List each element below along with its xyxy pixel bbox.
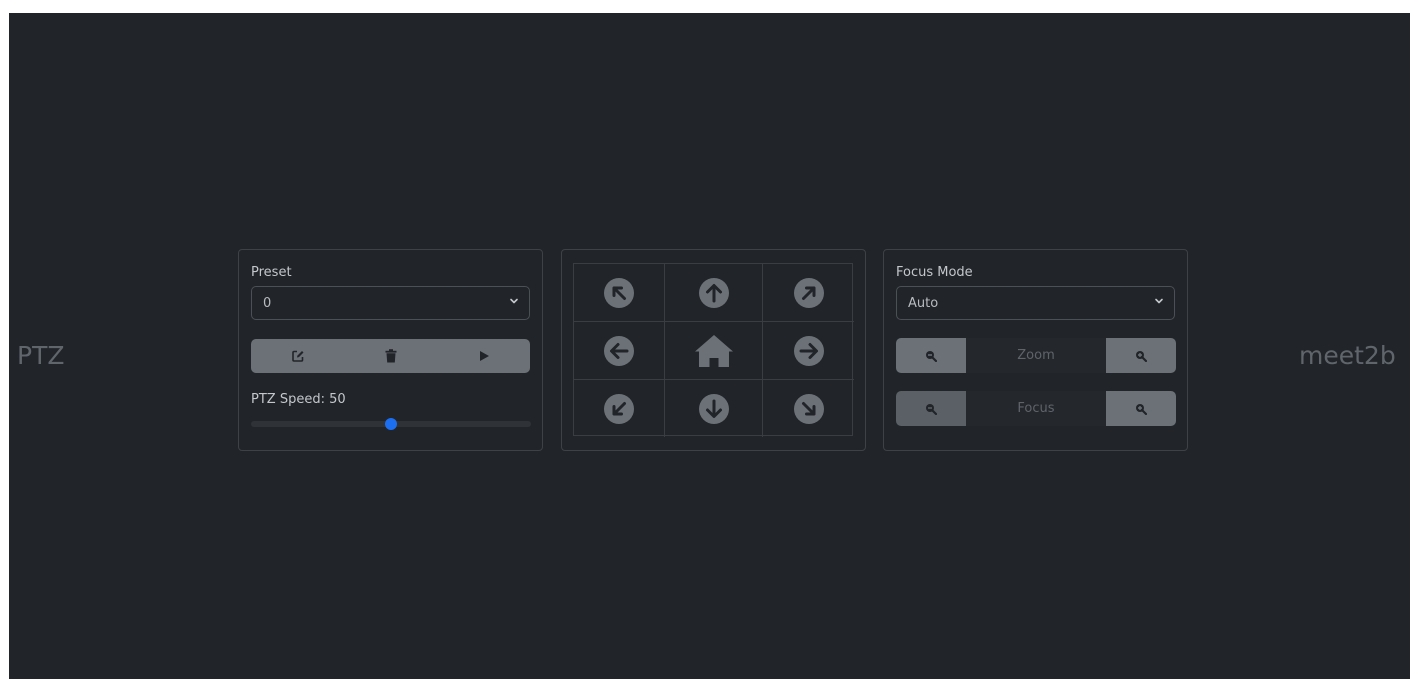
chevron-down-icon <box>1155 298 1163 304</box>
zoom-out-icon <box>926 403 937 415</box>
zoom-in-icon <box>1136 350 1147 362</box>
ptz-speed-label: PTZ Speed: 50 <box>251 392 346 407</box>
zoom-label: Zoom <box>966 338 1106 373</box>
slider-thumb[interactable] <box>385 418 397 430</box>
section-title-left: PTZ <box>17 341 65 370</box>
move-up-button[interactable] <box>665 264 763 322</box>
move-up-right-button[interactable] <box>763 264 854 322</box>
move-down-right-button[interactable] <box>763 380 854 437</box>
preset-select-value: 0 <box>263 296 272 311</box>
focus-near-button[interactable] <box>896 391 966 426</box>
edit-icon <box>291 350 303 362</box>
arrow-down-icon <box>698 393 729 424</box>
zoom-control: Zoom <box>896 338 1176 373</box>
focus-mode-label: Focus Mode <box>896 265 973 280</box>
zoom-out-icon <box>926 350 937 362</box>
direction-pad <box>573 263 854 437</box>
trash-icon <box>385 349 396 363</box>
home-button[interactable] <box>665 322 763 380</box>
section-title-right: meet2b <box>1299 341 1396 370</box>
chevron-down-icon <box>510 298 518 304</box>
focus-label: Focus <box>966 391 1106 426</box>
direction-panel <box>561 249 866 451</box>
preset-action-group <box>251 339 530 373</box>
move-up-left-button[interactable] <box>574 264 665 322</box>
focus-mode-select[interactable]: Auto <box>896 286 1175 320</box>
arrow-down-left-icon <box>604 393 634 424</box>
zoom-in-button[interactable] <box>1106 338 1176 373</box>
arrow-right-icon <box>793 335 824 366</box>
edit-preset-button[interactable] <box>251 339 344 373</box>
zoom-out-button[interactable] <box>896 338 966 373</box>
delete-preset-button[interactable] <box>344 339 437 373</box>
preset-select[interactable]: 0 <box>251 286 530 320</box>
focus-far-button[interactable] <box>1106 391 1176 426</box>
move-right-button[interactable] <box>763 322 854 380</box>
move-down-button[interactable] <box>665 380 763 437</box>
focus-panel: Focus Mode Auto Zoom Focus <box>883 249 1188 451</box>
focus-control: Focus <box>896 391 1176 426</box>
focus-mode-select-value: Auto <box>908 296 939 311</box>
play-preset-button[interactable] <box>437 339 530 373</box>
move-left-button[interactable] <box>574 322 665 380</box>
arrow-left-icon <box>604 335 634 366</box>
move-down-left-button[interactable] <box>574 380 665 437</box>
play-icon <box>479 351 489 361</box>
arrow-up-right-icon <box>793 277 824 308</box>
preset-label: Preset <box>251 265 292 280</box>
arrow-down-right-icon <box>793 393 824 424</box>
ptz-app: PTZ meet2b Preset 0 PTZ Speed: 50 Focus … <box>9 13 1410 679</box>
arrow-up-left-icon <box>604 277 634 308</box>
home-icon <box>694 334 733 367</box>
arrow-up-icon <box>698 277 729 308</box>
zoom-in-icon <box>1136 403 1147 415</box>
preset-panel: Preset 0 PTZ Speed: 50 <box>238 249 543 451</box>
ptz-speed-slider[interactable] <box>251 418 531 430</box>
